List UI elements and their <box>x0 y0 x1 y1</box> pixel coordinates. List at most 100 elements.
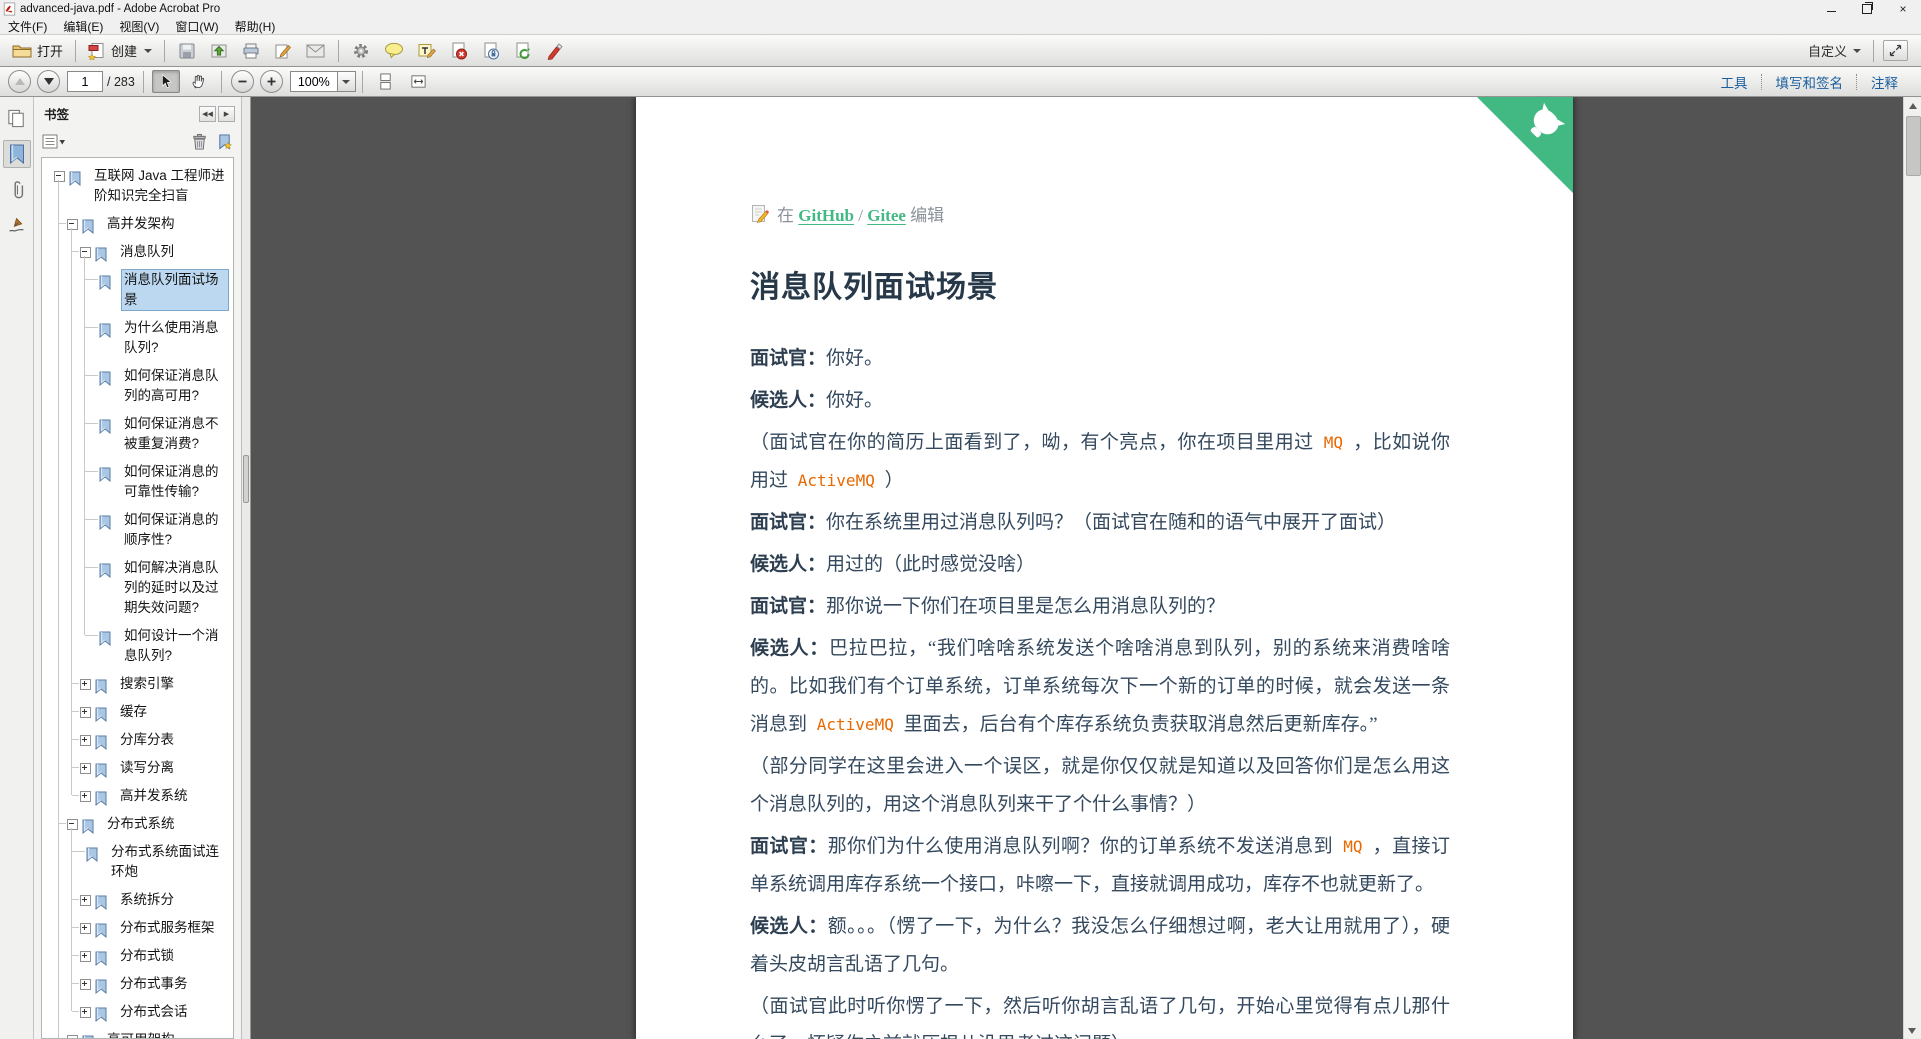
text-note-button[interactable] <box>414 40 440 62</box>
bookmark-label[interactable]: 系统拆分 <box>117 889 177 911</box>
bookmark-label[interactable]: 高可用架构 <box>104 1029 178 1038</box>
expand-icon[interactable] <box>80 763 91 774</box>
collapse-icon[interactable] <box>67 819 78 830</box>
fullscreen-button[interactable] <box>1883 40 1908 61</box>
collapse-icon[interactable] <box>67 219 78 230</box>
bookmark-label[interactable]: 高并发架构 <box>104 213 178 235</box>
collapse-icon[interactable] <box>67 1035 78 1038</box>
attachments-button[interactable] <box>4 177 30 203</box>
gitee-link[interactable]: Gitee <box>867 206 906 225</box>
page-number-input[interactable] <box>67 71 103 92</box>
bookmark-label[interactable]: 分布式系统 <box>104 813 178 835</box>
scrolling-mode-button[interactable] <box>371 70 400 93</box>
gear-button[interactable] <box>348 40 374 62</box>
page-thumbnails-button[interactable] <box>4 105 30 131</box>
email-button[interactable] <box>302 42 329 60</box>
create-button[interactable]: 创建 <box>82 39 158 62</box>
fill-sign-pane-button[interactable]: 填写和签名 <box>1763 72 1857 92</box>
save-button[interactable] <box>174 40 200 62</box>
scroll-down-arrow[interactable] <box>1908 1028 1916 1034</box>
scroll-up-arrow[interactable] <box>1904 97 1921 114</box>
expand-icon[interactable] <box>80 735 91 746</box>
splitter-grip[interactable] <box>243 455 249 503</box>
bookmark-label[interactable]: 如何保证消息的可靠性传输? <box>121 461 229 503</box>
bookmark-label[interactable]: 搜索引擎 <box>117 673 177 695</box>
hand-tool-button[interactable] <box>184 70 213 93</box>
bookmark-label[interactable]: 如何保证消息不被重复消费? <box>121 413 229 455</box>
protect-page-button[interactable] <box>478 40 504 62</box>
highlighter-button[interactable] <box>542 40 568 62</box>
sign-button[interactable] <box>270 40 296 62</box>
bookmark-label[interactable]: 分布式事务 <box>117 973 191 995</box>
new-bookmark-button[interactable] <box>216 133 233 151</box>
delete-page-button[interactable] <box>446 40 472 62</box>
select-tool-button[interactable] <box>151 70 180 93</box>
document-scrollbar[interactable] <box>1903 97 1921 1039</box>
expand-icon[interactable] <box>80 979 91 990</box>
expand-icon[interactable] <box>80 791 91 802</box>
expand-icon[interactable] <box>80 707 91 718</box>
bookmark-label[interactable]: 高并发系统 <box>117 785 191 807</box>
previous-page-button[interactable] <box>8 70 31 93</box>
bookmark-label[interactable]: 分布式系统面试连环炮 <box>108 841 229 883</box>
open-button[interactable]: 打开 <box>6 39 69 62</box>
zoom-in-button[interactable] <box>259 70 283 93</box>
menu-item-2[interactable]: 视图(V) <box>111 18 167 35</box>
expand-icon[interactable] <box>80 1007 91 1018</box>
tools-pane-button[interactable]: 工具 <box>1708 72 1761 92</box>
bookmark-label[interactable]: 互联网 Java 工程师进阶知识完全扫盲 <box>91 165 229 207</box>
next-page-button[interactable] <box>37 70 60 93</box>
bookmark-label[interactable]: 如何设计一个消息队列? <box>121 625 229 667</box>
bookmarks-panel-button[interactable] <box>2 140 31 168</box>
bookmark-label[interactable]: 分布式服务框架 <box>117 917 218 939</box>
menu-item-3[interactable]: 窗口(W) <box>167 18 226 35</box>
menu-item-0[interactable]: 文件(F) <box>0 18 55 35</box>
collapse-icon[interactable] <box>80 247 91 258</box>
bookmark-item[interactable]: 互联网 Java 工程师进阶知识完全扫盲 <box>42 162 233 210</box>
bookmark-label[interactable]: 分布式锁 <box>117 945 177 967</box>
panel-splitter[interactable] <box>241 97 251 1039</box>
bookmark-ribbon-icon <box>99 272 116 290</box>
bookmark-label[interactable]: 读写分离 <box>117 757 177 779</box>
bookmark-label[interactable]: 消息队列面试场景 <box>121 269 229 311</box>
comment-pane-button[interactable]: 注释 <box>1858 72 1911 92</box>
signatures-button[interactable] <box>4 212 30 238</box>
upload-cloud-button[interactable] <box>206 40 232 62</box>
restore-button[interactable] <box>1849 0 1885 18</box>
expand-icon[interactable] <box>80 923 91 934</box>
close-button[interactable]: × <box>1885 0 1921 18</box>
expand-icon[interactable] <box>80 951 91 962</box>
bookmark-label[interactable]: 如何保证消息队列的高可用? <box>121 365 229 407</box>
bookmark-label[interactable]: 分库分表 <box>117 729 177 751</box>
bookmark-label[interactable]: 消息队列 <box>117 241 177 263</box>
zoom-out-button[interactable] <box>230 70 254 93</box>
bookmark-label[interactable]: 缓存 <box>117 701 150 723</box>
expand-icon[interactable] <box>80 679 91 690</box>
fit-width-button[interactable] <box>404 70 433 93</box>
print-button[interactable] <box>238 40 264 62</box>
delete-bookmark-button[interactable] <box>191 133 208 151</box>
scrollbar-thumb[interactable] <box>1906 116 1921 176</box>
bookmark-options-button[interactable] <box>42 134 66 150</box>
customize-button[interactable]: 自定义 <box>1802 39 1867 62</box>
bookmark-ribbon-icon <box>82 216 99 234</box>
comment-button[interactable] <box>380 40 408 61</box>
panel-forward-button[interactable]: ▶ <box>218 105 235 122</box>
minimize-button[interactable] <box>1813 0 1849 18</box>
collapse-panel-button[interactable]: ◀◀ <box>199 105 216 122</box>
zoom-dropdown-button[interactable] <box>337 71 356 92</box>
zoom-level-value[interactable]: 100% <box>289 71 338 92</box>
paragraph-text: （面试官此时听你愣了一下，然后听你胡言乱语了几句，开始心里觉得有点儿那什么了，怀… <box>750 996 1450 1039</box>
expand-icon[interactable] <box>80 895 91 906</box>
bookmark-ribbon-icon <box>69 168 86 186</box>
bookmark-label[interactable]: 如何解决消息队列的延时以及过期失效问题? <box>121 557 229 619</box>
collapse-icon[interactable] <box>54 171 65 182</box>
bookmark-label[interactable]: 如何保证消息的顺序性? <box>121 509 229 551</box>
menu-item-1[interactable]: 编辑(E) <box>55 18 111 35</box>
bookmark-item[interactable]: 高可用架构 <box>42 1026 233 1038</box>
export-page-button[interactable] <box>510 40 536 62</box>
bookmark-label[interactable]: 为什么使用消息队列? <box>121 317 229 359</box>
github-link[interactable]: GitHub <box>798 206 854 225</box>
menu-item-4[interactable]: 帮助(H) <box>227 18 284 35</box>
bookmark-label[interactable]: 分布式会话 <box>117 1001 191 1023</box>
